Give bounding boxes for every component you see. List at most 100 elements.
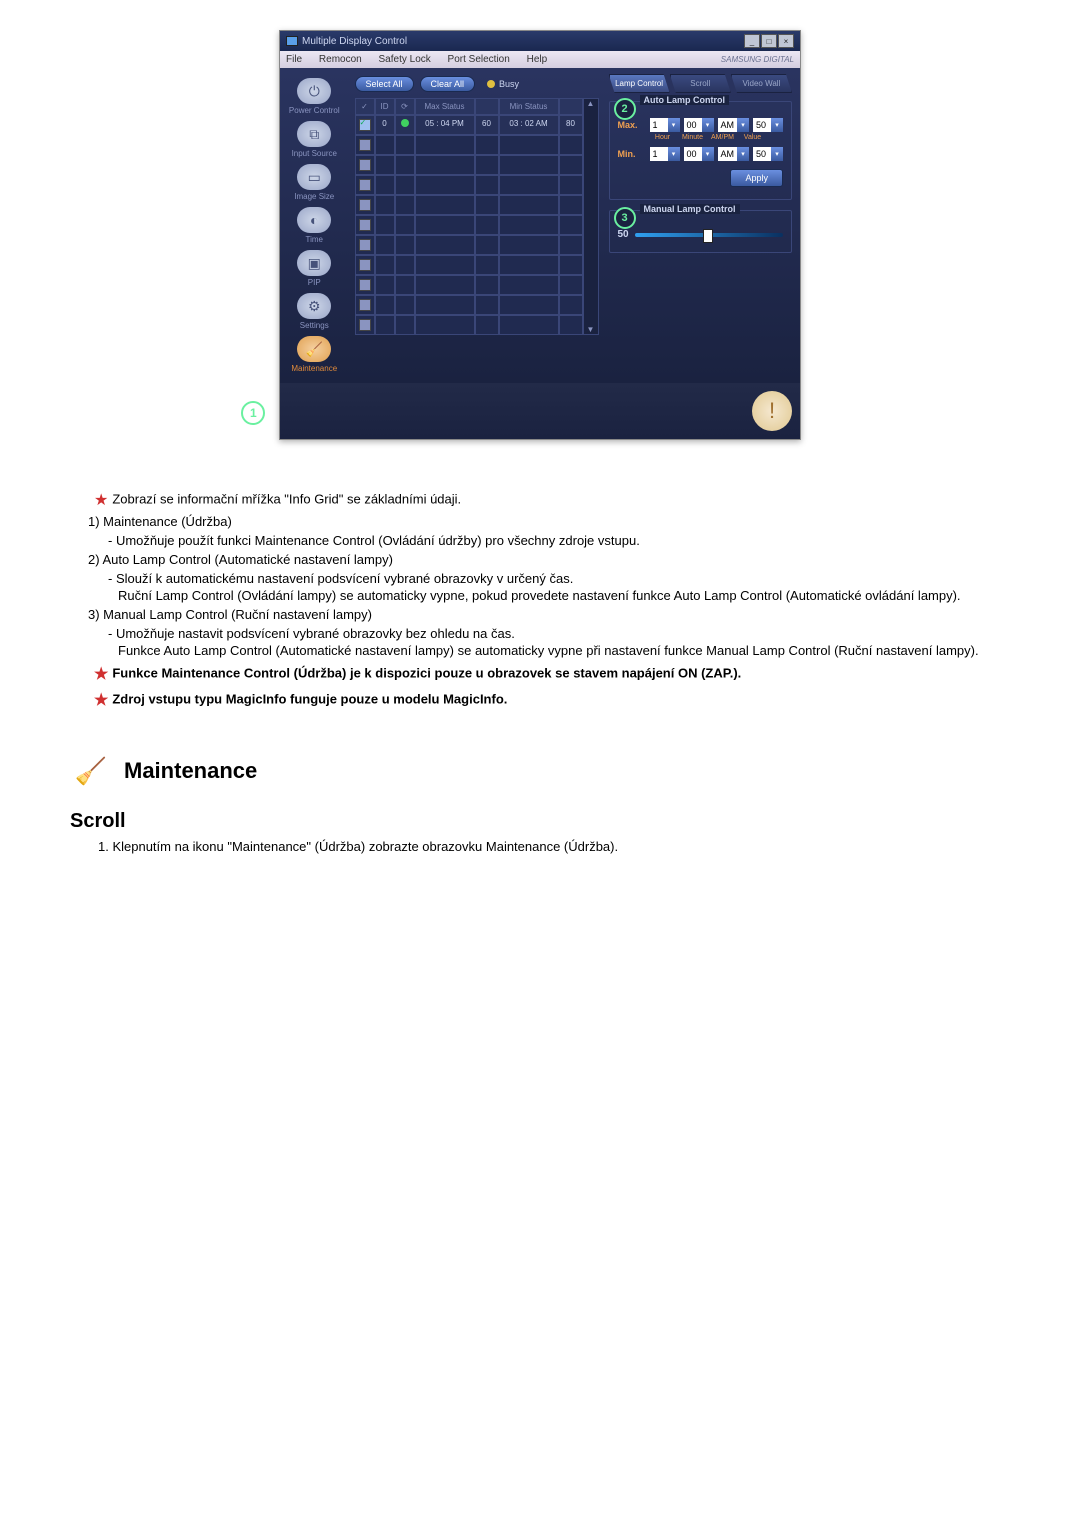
table-row	[355, 215, 583, 235]
table-row	[355, 275, 583, 295]
max-minute-select[interactable]: 00▾	[684, 118, 714, 132]
grid-header: ✓ ID ⟳ Max Status Min Status	[355, 98, 583, 115]
table-row	[355, 255, 583, 275]
callout-2: 2	[614, 98, 636, 120]
busy-indicator: Busy	[487, 79, 519, 89]
sub-value: Value	[740, 134, 766, 141]
select-all-button[interactable]: Select All	[355, 76, 414, 92]
sidebar-item-maintenance[interactable]: 🧹 Maintenance	[291, 336, 337, 373]
doc-text: Zobrazí se informační mřížka "Info Grid"…	[112, 491, 461, 506]
callout-1: 1	[241, 401, 265, 425]
table-row[interactable]: 0 05 : 04 PM 60 03 : 02 AM 80	[355, 115, 583, 135]
tab-video-wall[interactable]: Video Wall	[731, 74, 792, 93]
doc-body: ★ Zobrazí se informační mřížka "Info Grid…	[70, 490, 1010, 658]
sidebar-label: Time	[306, 235, 323, 244]
col-check[interactable]: ✓	[355, 98, 375, 115]
menu-file[interactable]: File	[286, 54, 302, 65]
busy-icon	[487, 80, 495, 88]
table-row	[355, 315, 583, 335]
chevron-down-icon: ▾	[737, 118, 749, 132]
pip-icon: ▣	[297, 250, 331, 276]
manual-lamp-title: Manual Lamp Control	[640, 204, 740, 214]
doc-text: - Umožňuje použít funkci Maintenance Con…	[70, 533, 1010, 548]
scroll-up-icon[interactable]: ▲	[587, 99, 595, 108]
doc-text: Funkce Auto Lamp Control (Automatické na…	[70, 643, 1010, 658]
sidebar-label: Maintenance	[291, 364, 337, 373]
table-row	[355, 295, 583, 315]
close-button[interactable]: ×	[778, 34, 794, 48]
tab-lamp-control[interactable]: Lamp Control	[609, 74, 670, 93]
chevron-down-icon: ▾	[771, 118, 783, 132]
star-icon: ★	[94, 492, 108, 509]
col-minn	[559, 98, 583, 115]
cell-min: 03 : 02 AM	[499, 115, 559, 135]
clear-all-button[interactable]: Clear All	[420, 76, 476, 92]
sidebar: ⏻ Power Control ⧉ Input Source ▭ Image S…	[280, 68, 349, 383]
menu-safety-lock[interactable]: Safety Lock	[379, 54, 431, 65]
max-hour-select[interactable]: 1▾	[650, 118, 680, 132]
warning-icon: !	[752, 391, 792, 431]
sidebar-item-image[interactable]: ▭ Image Size	[294, 164, 334, 201]
sidebar-label: Input Source	[292, 149, 337, 158]
cell-max: 05 : 04 PM	[415, 115, 475, 135]
vertical-scrollbar[interactable]: ▲ ▼	[583, 98, 599, 335]
subheading-scroll: Scroll	[70, 810, 1010, 833]
sub-minute: Minute	[680, 134, 706, 141]
sidebar-item-time[interactable]: ◐ Time	[297, 207, 331, 244]
apply-button[interactable]: Apply	[730, 169, 783, 187]
status-dot-icon	[401, 119, 409, 127]
max-label: Max.	[618, 120, 646, 130]
col-min: Min Status	[499, 98, 559, 115]
sidebar-label: Power Control	[289, 106, 340, 115]
menu-help[interactable]: Help	[527, 54, 548, 65]
doc-text: - Slouží k automatickému nastavení podsv…	[70, 571, 1010, 586]
lamp-slider[interactable]	[635, 233, 783, 237]
auto-lamp-section: 2 Auto Lamp Control Max. 1▾ 00▾ AM▾ 50▾ …	[609, 101, 793, 200]
chevron-down-icon: ▾	[737, 147, 749, 161]
sidebar-item-power[interactable]: ⏻ Power Control	[289, 78, 340, 115]
chevron-down-icon: ▾	[702, 147, 714, 161]
slider-value: 50	[618, 229, 629, 240]
maintenance-icon: 🧹	[297, 336, 331, 362]
scroll-down-icon[interactable]: ▼	[587, 325, 595, 334]
sidebar-item-input[interactable]: ⧉ Input Source	[292, 121, 337, 158]
chevron-down-icon: ▾	[668, 147, 680, 161]
min-label: Min.	[618, 149, 646, 159]
image-icon: ▭	[297, 164, 331, 190]
cell-id: 0	[375, 115, 395, 135]
sub-ampm: AM/PM	[710, 134, 736, 141]
min-ampm-select[interactable]: AM▾	[718, 147, 750, 161]
sidebar-item-pip[interactable]: ▣ PIP	[297, 250, 331, 287]
auto-lamp-title: Auto Lamp Control	[640, 95, 730, 105]
chevron-down-icon: ▾	[668, 118, 680, 132]
star-icon: ★	[94, 692, 108, 709]
broom-icon: 🧹	[70, 750, 112, 792]
time-icon: ◐	[297, 207, 331, 233]
col-id: ID	[375, 98, 395, 115]
table-row	[355, 195, 583, 215]
min-minute-select[interactable]: 00▾	[684, 147, 714, 161]
min-hour-select[interactable]: 1▾	[650, 147, 680, 161]
min-value-select[interactable]: 50▾	[753, 147, 783, 161]
manual-lamp-section: 3 Manual Lamp Control 50	[609, 210, 793, 253]
table-row	[355, 235, 583, 255]
sub-hour: Hour	[650, 134, 676, 141]
cell-minn: 80	[559, 115, 583, 135]
right-panel: Lamp Control Scroll Video Wall 2 Auto La…	[605, 68, 801, 383]
info-grid: ✓ ID ⟳ Max Status Min Status 0 05 : 04 P…	[355, 98, 599, 335]
chevron-down-icon: ▾	[771, 147, 783, 161]
gear-icon: ⚙	[297, 293, 331, 319]
table-row	[355, 135, 583, 155]
slider-thumb[interactable]	[703, 229, 713, 243]
menu-port-selection[interactable]: Port Selection	[448, 54, 510, 65]
maximize-button[interactable]: □	[761, 34, 777, 48]
titlebar: Multiple Display Control _ □ ×	[280, 31, 800, 51]
max-ampm-select[interactable]: AM▾	[718, 118, 750, 132]
app-window: Multiple Display Control _ □ × File Remo…	[279, 30, 801, 440]
menu-remocon[interactable]: Remocon	[319, 54, 362, 65]
row-checkbox[interactable]	[359, 119, 371, 131]
tab-scroll[interactable]: Scroll	[670, 74, 731, 93]
max-value-select[interactable]: 50▾	[753, 118, 783, 132]
sidebar-item-settings[interactable]: ⚙ Settings	[297, 293, 331, 330]
minimize-button[interactable]: _	[744, 34, 760, 48]
